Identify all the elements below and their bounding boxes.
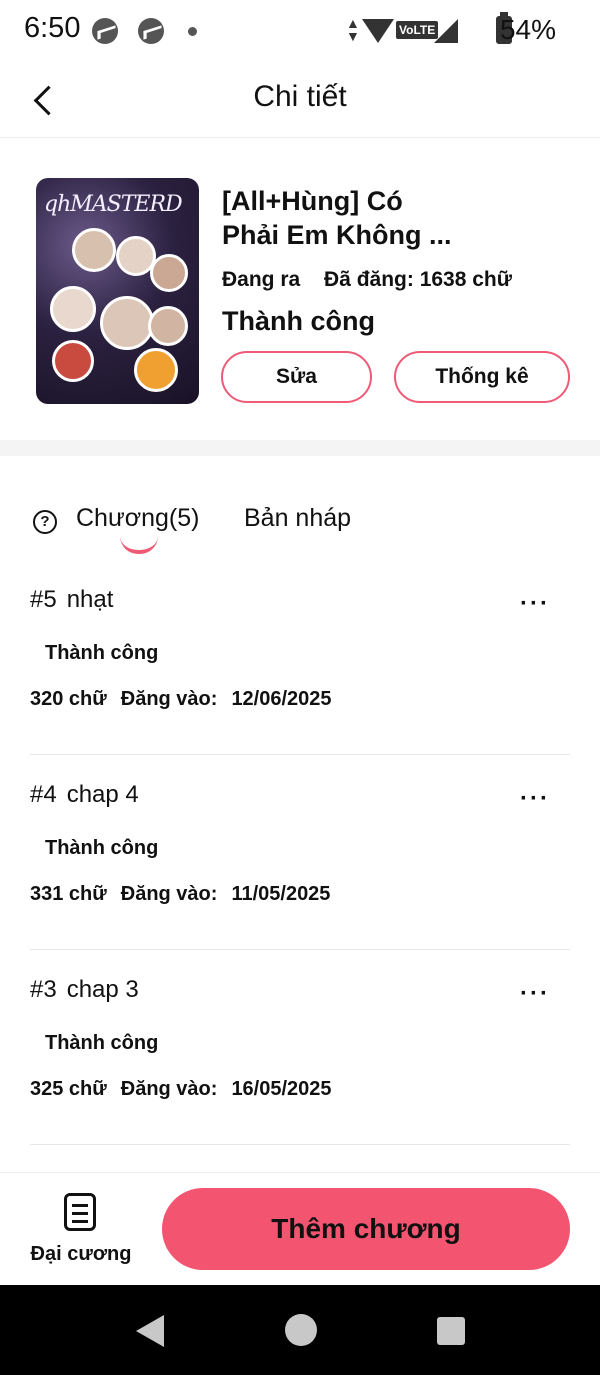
chapter-item[interactable]: #3 chap 3 ··· Thành công 325 chữ Đăng vào:… — [30, 950, 570, 1145]
cover-figure — [148, 306, 188, 346]
chapter-date: 12/06/2025 — [231, 688, 332, 710]
chapter-word-count: 331 chữ — [30, 883, 107, 905]
book-title-line: [All+Hùng] Có — [222, 186, 403, 216]
cover-figure — [100, 296, 154, 350]
chapter-date-label: Đăng vào: — [120, 883, 218, 905]
chapter-number: #5 — [30, 586, 57, 613]
messenger-icon — [92, 18, 118, 44]
tab-chapters[interactable]: Chương(5) — [76, 504, 199, 533]
data-arrows-icon: ▲ ▼ — [346, 15, 360, 44]
status-time: 6:50 — [24, 12, 81, 44]
notification-dot-icon — [188, 27, 197, 36]
app-header: Chi tiết — [0, 62, 600, 138]
chapter-name: chap 4 — [66, 781, 139, 808]
active-tab-indicator — [120, 536, 158, 554]
book-word-count: Đã đăng: 1638 chữ — [324, 268, 512, 291]
status-bar: 6:50 ▲ ▼ VoLTE 54% — [0, 0, 600, 62]
help-icon[interactable]: ? — [33, 510, 57, 534]
chapter-name: nhạt — [66, 586, 114, 613]
book-cover-image[interactable]: qhMASTERD — [36, 178, 199, 404]
chapter-title: #4 chap 4 — [30, 781, 139, 809]
chapter-title: #3 chap 3 — [30, 976, 139, 1004]
cover-figure — [52, 340, 94, 382]
system-nav-bar — [0, 1285, 600, 1375]
chapter-status: Thành công — [45, 837, 159, 859]
chapter-meta: 325 chữ Đăng vào: 16/05/2025 — [30, 1078, 346, 1101]
chapter-number: #3 — [30, 976, 57, 1003]
book-status: Thành công — [222, 306, 375, 336]
book-title[interactable]: [All+Hùng] Có Phải Em Không ... — [222, 184, 582, 252]
nav-back-icon[interactable] — [136, 1315, 164, 1347]
chapter-meta: 331 chữ Đăng vào: 11/05/2025 — [30, 883, 344, 906]
book-meta: Đang ra Đã đăng: 1638 chữ — [222, 268, 530, 292]
signal-icon — [434, 19, 458, 43]
outline-label: Đại cương — [30, 1243, 132, 1265]
section-divider — [0, 440, 600, 456]
tab-bar: ? Chương(5) Bản nháp — [0, 500, 600, 560]
chapter-word-count: 325 chữ — [30, 1078, 107, 1100]
chapter-status: Thành công — [45, 1032, 159, 1054]
book-summary: qhMASTERD [All+Hùng] Có Phải Em Không ..… — [0, 140, 600, 440]
chapter-item[interactable]: #5 nhạt ··· Thành công 320 chữ Đăng vào: 12… — [30, 560, 570, 755]
tab-drafts[interactable]: Bản nháp — [244, 504, 351, 533]
chapter-number: #4 — [30, 781, 57, 808]
bottom-action-bar: Đại cương Thêm chương — [0, 1172, 600, 1285]
chapter-meta: 320 chữ Đăng vào: 12/06/2025 — [30, 688, 346, 711]
cover-figure — [134, 348, 178, 392]
chapter-status: Thành công — [45, 642, 159, 664]
chapter-word-count: 320 chữ — [30, 688, 107, 710]
chapter-name: chap 3 — [66, 976, 139, 1003]
more-options-icon[interactable]: ··· — [520, 785, 550, 813]
book-state: Đang ra — [222, 268, 301, 291]
nav-home-icon[interactable] — [285, 1314, 317, 1346]
chapter-date: 11/05/2025 — [231, 883, 331, 905]
chapter-date: 16/05/2025 — [231, 1078, 332, 1100]
more-options-icon[interactable]: ··· — [520, 980, 550, 1008]
edit-button[interactable]: Sửa — [221, 351, 372, 403]
outline-button[interactable]: Đại cương — [26, 1193, 136, 1273]
page-title: Chi tiết — [253, 80, 347, 113]
cover-title-text: qhMASTERD — [44, 192, 183, 217]
status-icons: ▲ ▼ VoLTE — [346, 15, 476, 45]
statistics-button[interactable]: Thống kê — [394, 351, 570, 403]
add-chapter-button[interactable]: Thêm chương — [162, 1188, 570, 1270]
battery-percent: 54% — [499, 14, 556, 45]
messenger-icon — [138, 18, 164, 44]
cover-figure — [50, 286, 96, 332]
cover-figure — [150, 254, 188, 292]
volte-icon: VoLTE — [396, 21, 439, 39]
chapter-title: #5 nhạt — [30, 586, 113, 614]
wifi-icon — [362, 19, 394, 43]
chapter-item[interactable]: #4 chap 4 ··· Thành công 331 chữ Đăng vào:… — [30, 755, 570, 950]
chapter-date-label: Đăng vào: — [120, 1078, 218, 1100]
cover-figure — [72, 228, 116, 272]
chapter-date-label: Đăng vào: — [120, 688, 218, 710]
more-options-icon[interactable]: ··· — [520, 590, 550, 618]
book-title-line: Phải Em Không ... — [222, 220, 452, 250]
nav-recents-icon[interactable] — [437, 1317, 465, 1345]
document-icon — [64, 1193, 96, 1231]
